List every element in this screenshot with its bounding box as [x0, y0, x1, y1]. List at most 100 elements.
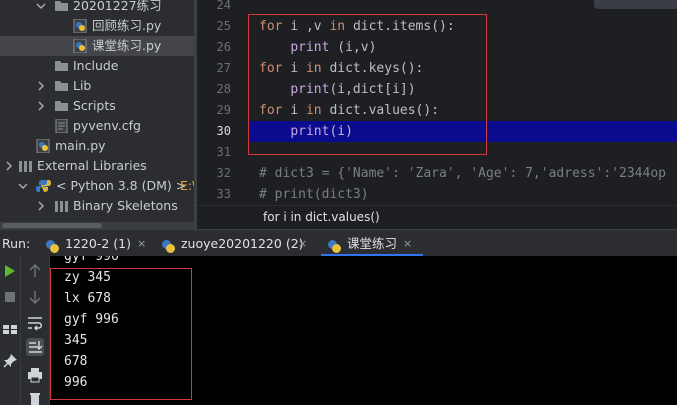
folder-icon [54, 79, 69, 93]
close-tab-icon[interactable]: × [298, 230, 307, 257]
pin-icon[interactable] [1, 352, 19, 370]
line-number: 26 [216, 40, 231, 54]
console-output-line: zy 345 [64, 270, 111, 285]
tree-item-label: Binary Skeletons [73, 198, 178, 213]
code-token: for [259, 103, 291, 118]
code-line[interactable]: print(i) [249, 121, 677, 142]
run-tab-zuoye20201220[interactable]: zuoye20201220 (2) × [161, 230, 311, 257]
tree-item-pyvenv-file[interactable]: pyvenv.cfg [0, 116, 194, 136]
print-icon[interactable] [26, 366, 44, 384]
code-token: dict.keys(): [329, 61, 424, 76]
tree-item-20201227-folder[interactable]: 20201227练习 [0, 0, 194, 16]
tab-label: 课堂练习 [347, 236, 398, 251]
stop-icon[interactable] [1, 288, 19, 306]
folder-icon [54, 99, 69, 113]
tree-item-label: 回顾练习.py [92, 18, 162, 33]
console-output-line: 345 [64, 333, 88, 348]
console-output-line: 996 [64, 375, 88, 390]
code-token: i [290, 103, 306, 118]
tree-item-label: External Libraries [37, 158, 147, 173]
tab-label: zuoye20201220 (2) [181, 236, 304, 251]
run-title: Run: [2, 236, 31, 251]
chevron-right-icon[interactable] [4, 161, 14, 171]
code-line[interactable]: for i in dict.values(): [249, 100, 677, 121]
code-token: # dict3 = {'Name': 'Zara', 'Age': 7,'adr… [259, 166, 666, 181]
chevron-down-icon[interactable] [36, 1, 46, 11]
tree-horizontal-scrollbar[interactable] [0, 222, 194, 229]
code-token: # print(dict3) [259, 187, 369, 202]
tree-item-scripts-folder[interactable]: Scripts [0, 96, 194, 116]
code-token: i [290, 61, 306, 76]
soft-wrap-icon[interactable] [26, 314, 44, 332]
layout-icon[interactable] [1, 320, 19, 338]
console-output-line: gyf 996 [64, 312, 119, 327]
close-tab-icon[interactable]: × [137, 230, 146, 257]
config-file-icon [54, 118, 69, 134]
code-line[interactable] [249, 142, 677, 163]
chevron-down-icon[interactable] [18, 181, 28, 191]
code-token: i ,v [290, 19, 330, 34]
tree-item-classroom-file[interactable]: 课堂练习.py [0, 36, 194, 56]
code-line[interactable]: # dict3 = {'Name': 'Zara', 'Age': 7,'adr… [249, 163, 677, 184]
line-number: 27 [216, 61, 231, 75]
run-main-toolbar [0, 256, 21, 405]
folder-icon [54, 59, 69, 73]
line-number: 29 [216, 103, 231, 117]
code-token: in [305, 61, 330, 76]
chevron-right-icon[interactable] [36, 101, 46, 111]
run-tab-classroom[interactable]: 课堂练习 × [321, 230, 423, 257]
tree-item-label: 课堂练习.py [92, 38, 162, 53]
tree-item-main-file[interactable]: main.py [0, 136, 194, 156]
code-token: print [290, 124, 330, 139]
python-file-icon [73, 38, 88, 54]
close-tab-icon[interactable]: × [403, 230, 412, 257]
tree-item-label: pyvenv.cfg [73, 118, 141, 133]
project-tree: 20201227练习 回顾练习.py 课堂练习.py Include Lib S… [0, 0, 194, 229]
chevron-right-icon[interactable] [36, 201, 46, 211]
tree-item-include-folder[interactable]: Include [0, 56, 194, 76]
run-secondary-toolbar [21, 256, 50, 405]
tree-item-review-file[interactable]: 回顾练习.py [0, 16, 194, 36]
sdk-path-suffix: E:\ [180, 178, 194, 193]
code-token: for [259, 19, 291, 34]
tab-label: 1220-2 (1) [65, 236, 131, 251]
run-icon[interactable] [1, 262, 19, 280]
line-number: 24 [216, 0, 231, 12]
code-line[interactable]: print (i,v) [249, 37, 677, 58]
python-logo-icon [36, 179, 51, 193]
code-token: (i,dict[i]) [329, 82, 416, 97]
tree-item-python-sdk[interactable]: < Python 3.8 (DM) > E:\ [0, 176, 194, 196]
breadcrumb-text[interactable]: for i in dict.values() [263, 210, 380, 224]
line-number: 31 [216, 145, 231, 159]
tree-item-label: Scripts [73, 98, 116, 113]
code-line[interactable]: print(i,dict[i]) [249, 79, 677, 100]
run-console-output[interactable]: gyf 996 zy 345 lx 678 gyf 996 345 678 996 [50, 256, 677, 405]
editor-breadcrumb[interactable]: for i in dict.values() [197, 205, 677, 229]
code-line[interactable]: # print(dict3) [249, 184, 677, 205]
code-token: (i,v) [329, 40, 377, 55]
console-output-line: lx 678 [64, 291, 111, 306]
code-token: in [305, 103, 330, 118]
arrow-down-icon[interactable] [26, 288, 44, 306]
run-tab-1220-2[interactable]: 1220-2 (1) × [45, 230, 150, 257]
run-toolwindow-header: Run: 1220-2 (1) × zuoye20201220 (2) × 课堂… [0, 229, 677, 257]
arrow-up-icon[interactable] [26, 262, 44, 280]
chevron-right-icon[interactable] [36, 81, 46, 91]
scrollbar-thumb[interactable] [2, 223, 102, 228]
trash-icon[interactable] [26, 390, 44, 405]
code-token: for [259, 61, 291, 76]
code-token: dict.items(): [352, 19, 455, 34]
tree-item-binary-skeletons[interactable]: Binary Skeletons [0, 196, 194, 216]
tree-item-lib-folder[interactable]: Lib [0, 76, 194, 96]
code-line[interactable]: for i in dict.keys(): [249, 58, 677, 79]
code-line[interactable]: for i ,v in dict.items(): [249, 16, 677, 37]
tree-item-external-libraries[interactable]: External Libraries [0, 156, 194, 176]
line-number: 30 [216, 124, 231, 138]
python-logo-icon [161, 236, 176, 253]
code-editor[interactable]: 24 25 26 27 28 29 30 31 32 33 for i ,v in dict.it… [197, 0, 677, 229]
python-logo-icon [327, 236, 342, 253]
scroll-to-end-icon[interactable] [26, 338, 44, 356]
